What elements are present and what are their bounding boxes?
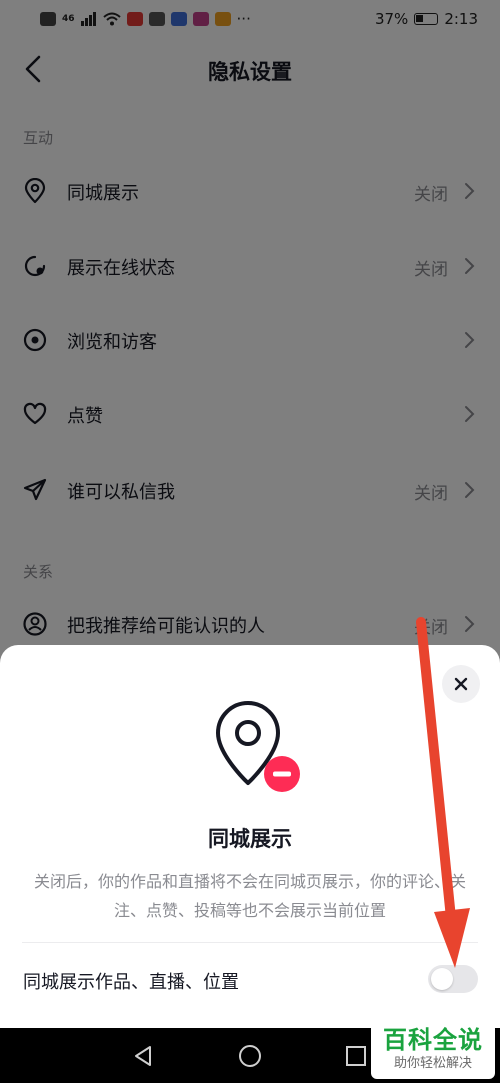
watermark-logo: 百科全说 助你轻松解决 — [371, 1023, 495, 1079]
divider — [22, 942, 478, 943]
toggle-knob — [431, 968, 453, 990]
close-icon — [454, 677, 468, 691]
bottom-sheet: 同城展示 关闭后，你的作品和直播将不会在同城页展示，你的评论、关注、点赞、投稿等… — [0, 645, 500, 1028]
sheet-description: 关闭后，你的作品和直播将不会在同城页展示，你的评论、关注、点赞、投稿等也不会展示… — [33, 872, 466, 920]
toggle-label: 同城展示作品、直播、位置 — [23, 972, 239, 993]
location-off-icon — [216, 701, 300, 792]
recents-square-icon[interactable] — [344, 1044, 368, 1068]
home-circle-icon[interactable] — [238, 1044, 262, 1068]
watermark-sub: 助你轻松解决 — [393, 1056, 472, 1071]
back-triangle-icon[interactable] — [131, 1044, 155, 1068]
sheet-title: 同城展示 — [208, 827, 292, 851]
nearby-toggle[interactable] — [428, 965, 478, 993]
watermark-main: 百科全说 — [383, 1026, 483, 1054]
close-button[interactable] — [442, 665, 480, 703]
